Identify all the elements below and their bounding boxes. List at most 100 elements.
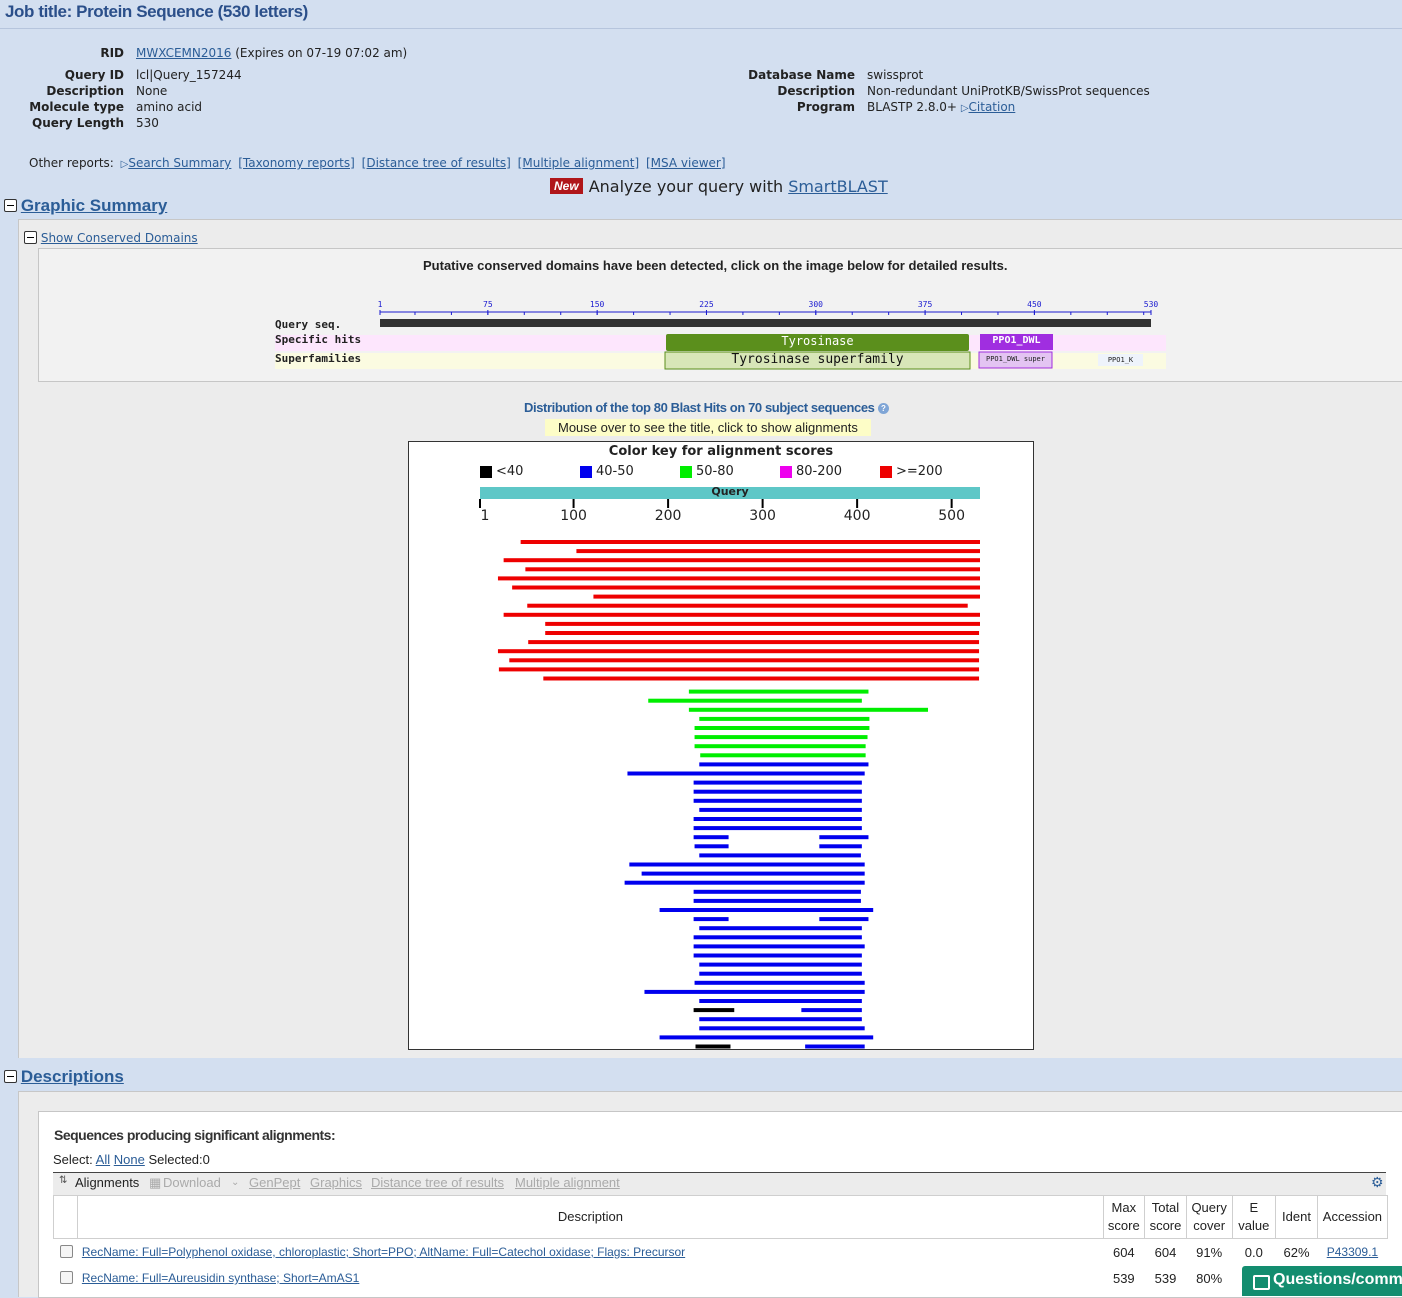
graphic-summary-title[interactable]: Graphic Summary xyxy=(21,196,167,215)
hit-bar[interactable] xyxy=(801,1008,862,1013)
hit-bar[interactable] xyxy=(700,753,866,758)
hit-bar[interactable] xyxy=(503,558,980,563)
accession-link[interactable]: P43309.1 xyxy=(1327,1245,1378,1259)
column-total-score[interactable]: Total score xyxy=(1144,1195,1187,1239)
hit-bar[interactable] xyxy=(593,594,980,599)
hit-bar[interactable] xyxy=(693,798,862,803)
hit-bar[interactable] xyxy=(659,908,874,912)
citation-link[interactable]: Citation xyxy=(969,100,1016,114)
alignments-button[interactable]: Alignments xyxy=(75,1175,139,1190)
hit-bar[interactable] xyxy=(627,771,865,776)
hit-bar[interactable] xyxy=(694,735,868,740)
hit-bar[interactable] xyxy=(509,658,980,663)
hit-bar[interactable] xyxy=(819,844,862,849)
hit-bar[interactable] xyxy=(693,1008,735,1013)
hit-bar[interactable] xyxy=(520,540,980,544)
hit-bar[interactable] xyxy=(503,612,980,617)
descriptions-title[interactable]: Descriptions xyxy=(21,1067,124,1086)
hit-bar[interactable] xyxy=(497,576,980,581)
hit-bar[interactable] xyxy=(699,1026,865,1031)
hit-bar[interactable] xyxy=(699,716,870,721)
collapse-icon[interactable] xyxy=(4,199,17,212)
hit-description-link[interactable]: RecName: Full=Polyphenol oxidase, chloro… xyxy=(82,1245,685,1259)
hit-bar[interactable] xyxy=(688,707,929,712)
hit-bar[interactable] xyxy=(659,1035,874,1040)
hit-bar[interactable] xyxy=(525,567,980,572)
taxonomy-reports-link[interactable]: [Taxonomy reports] xyxy=(238,156,355,170)
hit-bar[interactable] xyxy=(693,780,862,785)
hit-bar[interactable] xyxy=(629,862,865,867)
hit-bar[interactable] xyxy=(527,603,968,608)
column-query-cover[interactable]: Query cover xyxy=(1185,1195,1233,1239)
hit-bar[interactable] xyxy=(543,676,980,681)
hit-bar[interactable] xyxy=(819,835,869,840)
graphics-link[interactable]: Graphics xyxy=(310,1175,362,1190)
hit-bar[interactable] xyxy=(693,835,729,840)
hit-bar[interactable] xyxy=(699,1017,862,1022)
hit-bar[interactable] xyxy=(694,980,865,985)
hit-bar[interactable] xyxy=(699,762,869,767)
row-checkbox[interactable] xyxy=(59,1245,73,1258)
distance-tree-link[interactable]: Distance tree of results xyxy=(371,1175,504,1190)
hit-bar[interactable] xyxy=(545,621,980,626)
hit-bar[interactable] xyxy=(694,726,870,730)
hit-bar[interactable] xyxy=(693,789,862,794)
gear-icon[interactable]: ⚙ xyxy=(1371,1174,1384,1191)
select-all-link[interactable]: All xyxy=(96,1152,110,1167)
hit-bar[interactable] xyxy=(688,689,869,694)
hit-bar[interactable] xyxy=(693,889,861,894)
hit-bar[interactable] xyxy=(693,917,729,922)
hit-bar[interactable] xyxy=(819,917,869,922)
collapse-icon[interactable] xyxy=(24,231,37,244)
help-icon[interactable]: ? xyxy=(877,403,889,415)
alignment-chart[interactable]: Color key for alignment scores <40 40-50 5… xyxy=(408,441,1034,1050)
genpept-link[interactable]: GenPept xyxy=(249,1175,300,1190)
hit-bar[interactable] xyxy=(576,549,980,554)
hit-bar[interactable] xyxy=(694,744,866,749)
hit-bar[interactable] xyxy=(699,926,862,931)
hit-bar[interactable] xyxy=(545,631,980,635)
questions-feedback-button[interactable]: Questions/comm xyxy=(1242,1266,1402,1296)
hit-bar[interactable] xyxy=(699,962,862,967)
hit-bar[interactable] xyxy=(693,826,862,831)
show-conserved-domains-link[interactable]: Show Conserved Domains xyxy=(41,231,198,245)
conserved-domain-graphic[interactable]: Query seq. Specific hits Superfamilies T… xyxy=(275,300,1167,372)
hit-bar[interactable] xyxy=(693,817,862,821)
hit-bar[interactable] xyxy=(693,898,861,903)
column-description[interactable]: Description xyxy=(77,1195,1104,1239)
column-max-score[interactable]: Max score xyxy=(1102,1195,1146,1239)
collapse-icon[interactable] xyxy=(4,1070,17,1083)
multiple-alignment-link[interactable]: [Multiple alignment] xyxy=(518,156,639,170)
hit-bar[interactable] xyxy=(693,935,862,940)
hit-bar[interactable] xyxy=(699,971,862,976)
download-button[interactable]: Download xyxy=(163,1175,221,1190)
multiple-alignment-link[interactable]: Multiple alignment xyxy=(515,1175,620,1190)
hit-bar[interactable] xyxy=(805,1044,865,1049)
hit-bar[interactable] xyxy=(528,640,980,645)
hit-bar[interactable] xyxy=(512,585,980,590)
hit-bar[interactable] xyxy=(648,698,862,703)
smartblast-link[interactable]: SmartBLAST xyxy=(788,177,888,196)
hit-bar[interactable] xyxy=(624,880,865,885)
hit-bar[interactable] xyxy=(641,871,865,876)
hit-bar[interactable] xyxy=(699,807,862,812)
hit-description-link[interactable]: RecName: Full=Aureusidin synthase; Short… xyxy=(82,1271,359,1285)
hit-bar[interactable] xyxy=(695,1044,731,1049)
column-ident[interactable]: Ident xyxy=(1275,1195,1318,1239)
select-none-link[interactable]: None xyxy=(114,1152,145,1167)
hit-bar[interactable] xyxy=(497,649,980,654)
msa-viewer-link[interactable]: [MSA viewer] xyxy=(646,156,726,170)
hit-bar[interactable] xyxy=(644,989,865,994)
hit-bar[interactable] xyxy=(699,853,861,858)
column-e-value[interactable]: E value xyxy=(1231,1195,1277,1239)
rid-link[interactable]: MWXCEMN2016 xyxy=(136,46,231,60)
distance-tree-link[interactable]: [Distance tree of results] xyxy=(362,156,511,170)
column-accession[interactable]: Accession xyxy=(1316,1195,1389,1239)
hit-bar[interactable] xyxy=(498,667,980,672)
search-summary-link[interactable]: Search Summary xyxy=(128,156,231,170)
hit-bar[interactable] xyxy=(694,844,729,849)
hit-bar[interactable] xyxy=(693,953,862,958)
hit-bar[interactable] xyxy=(699,999,862,1003)
hit-bar[interactable] xyxy=(693,944,865,949)
sort-icon[interactable]: ⇅ xyxy=(59,1175,67,1186)
